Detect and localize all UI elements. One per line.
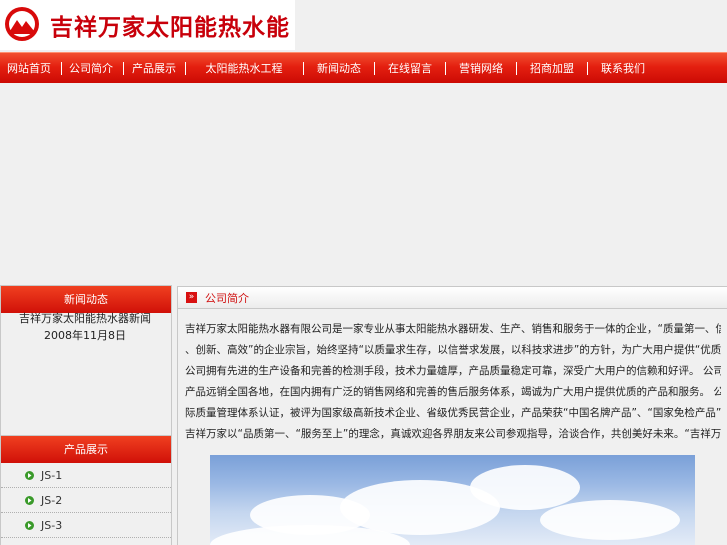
green-arrow-icon: [25, 496, 34, 505]
product-item-js-1[interactable]: JS-1: [1, 463, 171, 488]
sidebar: 新闻动态 吉祥万家太阳能热水器新闻 2008年11月8日 产品展示 JS-1 J…: [0, 285, 172, 545]
nav-item-news[interactable]: 新闻动态: [317, 53, 361, 84]
header: 吉祥万家太阳能热水能: [0, 0, 727, 52]
logo-emblem-icon: [5, 7, 39, 41]
news-panel-title: 新闻动态: [1, 286, 171, 313]
banner-area: [0, 83, 727, 285]
cloud-shape: [470, 465, 580, 510]
nav-item-contact[interactable]: 联系我们: [601, 53, 645, 84]
nav-separator: [516, 62, 517, 75]
paragraph-line: 吉祥万家以“品质第一、“服务至上”的理念，真诚欢迎各界朋友来公司参观指导，洽谈合…: [185, 428, 721, 440]
product-item-label: JS-2: [41, 494, 63, 507]
nav-separator: [123, 62, 124, 75]
nav-separator: [303, 62, 304, 75]
nav-item-network[interactable]: 营销网络: [459, 53, 503, 84]
green-arrow-icon: [25, 521, 34, 530]
cloud-shape: [540, 500, 680, 540]
product-item-js-3[interactable]: JS-3: [1, 513, 171, 538]
nav-item-about[interactable]: 公司简介: [69, 53, 113, 84]
nav-item-products[interactable]: 产品展示: [132, 53, 176, 84]
nav-separator: [374, 62, 375, 75]
nav-separator: [61, 62, 62, 75]
double-chevron-icon: »: [186, 292, 197, 303]
nav-item-engineering[interactable]: 太阳能热水工程: [206, 53, 283, 84]
green-arrow-icon: [25, 471, 34, 480]
nav-separator: [445, 62, 446, 75]
content-body: 吉祥万家太阳能热水器有限公司是一家专业从事太阳能热水器研发、生产、销售和服务于一…: [178, 309, 727, 445]
nav-item-home[interactable]: 网站首页: [7, 53, 51, 84]
company-photo: [210, 455, 695, 545]
news-item-date: 2008年11月8日: [44, 329, 126, 342]
logo[interactable]: 吉祥万家太阳能热水能: [0, 0, 295, 50]
products-panel: 产品展示 JS-1 JS-2 JS-3: [0, 435, 172, 545]
main-nav: 网站首页 公司简介 产品展示 太阳能热水工程 新闻动态 在线留言 营销网络 招商…: [0, 52, 727, 83]
news-item-link[interactable]: 吉祥万家太阳能热水器新闻: [1, 311, 171, 324]
product-item-js-2[interactable]: JS-2: [1, 488, 171, 513]
nav-item-join[interactable]: 招商加盟: [530, 53, 574, 84]
paragraph-line: 吉祥万家太阳能热水器有限公司是一家专业从事太阳能热水器研发、生产、销售和服务于一…: [185, 323, 721, 335]
news-panel: 新闻动态 吉祥万家太阳能热水器新闻 2008年11月8日: [0, 285, 172, 436]
product-item-label: JS-3: [41, 519, 63, 532]
paragraph-line: 、创新、高效”的企业宗旨，始终坚持“以质量求生存，以信誉求发展，以科技求进步”的…: [185, 344, 721, 356]
nav-item-message[interactable]: 在线留言: [388, 53, 432, 84]
nav-separator: [185, 62, 186, 75]
main-content: » 公司简介 吉祥万家太阳能热水器有限公司是一家专业从事太阳能热水器研发、生产、…: [177, 286, 727, 545]
paragraph-line: 际质量管理体系认证，被评为国家级高新技术企业、省级优秀民营企业，产品荣获“中国名…: [185, 407, 721, 419]
product-item-label: JS-1: [41, 469, 63, 482]
content-title: 公司简介: [205, 292, 249, 305]
nav-separator: [587, 62, 588, 75]
content-header: » 公司简介: [178, 287, 727, 309]
paragraph-line: 公司拥有先进的生产设备和完善的检测手段，技术力量雄厚，产品质量稳定可靠，深受广大…: [185, 365, 721, 377]
paragraph-line: 产品远销全国各地，在国内拥有广泛的销售网络和完善的售后服务体系，竭诚为广大用户提…: [185, 386, 721, 398]
logo-text: 吉祥万家太阳能热水能: [50, 14, 290, 41]
products-panel-title: 产品展示: [1, 436, 171, 463]
